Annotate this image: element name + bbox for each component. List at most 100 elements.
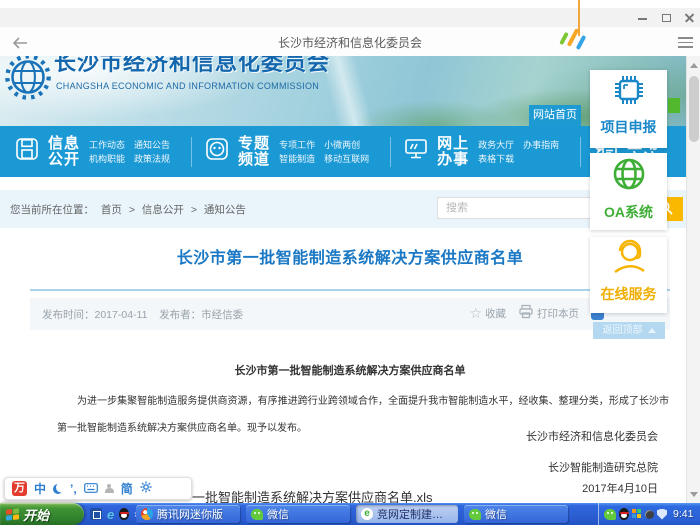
nav-item-topics[interactable]: 专题频道 专项工作小微两创 智能制造移动互联网 [204, 134, 378, 170]
taskbar-task-tencent-mini[interactable]: 腾讯网迷你版 [136, 505, 240, 523]
nav-link[interactable]: 专项工作 [279, 140, 315, 150]
monitor-icon [403, 136, 429, 167]
taskbar-task-wechat-1[interactable]: 微信 [246, 505, 350, 523]
desktop: 长沙市经济和信息化委员会 长沙市经济和信息化委员会 CHANGSHA ECONO… [0, 0, 700, 525]
printer-icon[interactable] [518, 304, 534, 322]
nav-link[interactable]: 政务大厅 [478, 140, 514, 150]
panel-label: 在线服务 [590, 284, 667, 304]
taskbar: 开始 e » 腾讯网迷你版 微信 e 竞网定制建站管理... 微信 [0, 503, 700, 525]
qq-icon[interactable] [119, 508, 129, 520]
nav-item-info[interactable]: 信息公开 工作动态通知公告 机构职能政策法规 [14, 134, 179, 170]
ime-punctuation-icon[interactable]: ’, [70, 483, 77, 495]
tray-utility-icon[interactable] [645, 510, 654, 519]
nav-link[interactable]: 移动互联网 [324, 154, 369, 164]
title-underline [30, 289, 670, 291]
socket-icon [204, 136, 230, 167]
favorite-button[interactable]: 收藏 [485, 306, 506, 321]
signature-org2: 长沙智能制造研究总院 [548, 459, 658, 475]
panel-label: 项目申报 [590, 117, 667, 137]
favorite-star-icon[interactable]: ☆ [469, 305, 482, 322]
up-triangle-icon [648, 328, 656, 333]
signature-org1: 长沙市经济和信息化委员会 [526, 428, 658, 444]
nav-label: 信息公开 [48, 136, 80, 168]
nav-link[interactable]: 小微两创 [324, 140, 360, 150]
panel-online-service[interactable]: 在线服务 [590, 237, 667, 313]
tray-security-shield-icon[interactable] [657, 509, 667, 520]
ime-fullwidth-moon-icon[interactable] [53, 484, 63, 494]
breadcrumb-separator: > [129, 204, 135, 216]
system-tray: 9:41 [598, 503, 700, 525]
scroll-up-arrow[interactable] [687, 58, 700, 72]
ime-simplified-toggle[interactable]: 简 [121, 483, 133, 495]
article-body-title: 长沙市第一批智能制造系统解决方案供应商名单 [0, 362, 700, 378]
taskbar-task-site-builder[interactable]: e 竞网定制建站管理... [356, 505, 458, 523]
nav-sublinks: 政务大厅办事指南 表格下载 [478, 138, 568, 166]
nav-item-online-services[interactable]: 网上办事 政务大厅办事指南 表格下载 [403, 134, 568, 170]
scrollbar-thumb[interactable] [689, 76, 699, 142]
nav-divider [390, 137, 391, 167]
breadcrumb-label: 您当前所在位置： [10, 204, 94, 216]
nav-link[interactable]: 办事指南 [523, 140, 559, 150]
back-to-top-label: 返回顶部 [603, 325, 643, 336]
breadcrumb-home-link[interactable]: 首页 [101, 204, 122, 216]
minimize-button[interactable] [632, 8, 654, 27]
disk-icon [14, 136, 40, 167]
browser-e-icon: e [361, 508, 373, 520]
globe-icon [608, 182, 650, 199]
tray-wechat-icon[interactable] [604, 509, 616, 520]
nav-link[interactable]: 智能制造 [279, 154, 315, 164]
nav-divider [580, 137, 581, 167]
quick-launch: e » [90, 503, 140, 525]
ime-brand-icon[interactable]: 万 [12, 481, 27, 496]
start-button[interactable]: 开始 [0, 503, 84, 525]
windows-flag-icon [6, 508, 19, 520]
banner-green-accent [668, 98, 680, 113]
headset-icon [608, 264, 650, 281]
window-top-strip [0, 0, 700, 8]
nav-link[interactable]: 政策法规 [134, 154, 170, 164]
image-viewer-icon[interactable] [90, 508, 102, 520]
restore-button[interactable] [656, 8, 678, 27]
nav-sublinks: 专项工作小微两创 智能制造移动互联网 [279, 138, 378, 166]
nav-link[interactable]: 工作动态 [89, 140, 125, 150]
commission-logo-icon [2, 56, 54, 113]
panel-oa-system[interactable]: OA系统 [590, 153, 667, 230]
breadcrumb: 您当前所在位置： 首页 > 信息公开 > 通知公告 [8, 202, 248, 217]
nav-label: 专题频道 [238, 136, 270, 168]
scroll-down-arrow[interactable] [687, 487, 700, 501]
site-name: 长沙市经济和信息化委员会 [54, 56, 330, 77]
chip-icon [609, 97, 649, 114]
signature-date: 2017年4月10日 [582, 480, 658, 496]
site-name-english: CHANGSHA ECONOMIC AND INFORMATION COMMIS… [56, 81, 319, 91]
nav-link[interactable]: 通知公告 [134, 140, 170, 150]
page-scrollbar[interactable] [686, 56, 700, 503]
breadcrumb-level1-link[interactable]: 信息公开 [142, 204, 184, 216]
ime-toolbar: 万 中 ’, 简 [4, 477, 192, 500]
wechat-icon [469, 509, 481, 520]
tray-colorgrid-icon[interactable] [632, 509, 642, 519]
taskbar-task-wechat-2[interactable]: 微信 [464, 505, 568, 523]
back-to-top-button[interactable]: 返回顶部 [593, 322, 665, 339]
breadcrumb-level2-link[interactable]: 通知公告 [204, 204, 246, 216]
nav-link[interactable]: 机构职能 [89, 154, 125, 164]
browser-toolbar: 长沙市经济和信息化委员会 [0, 27, 700, 57]
window-titlebar [0, 8, 700, 28]
breadcrumb-separator: > [191, 204, 197, 216]
start-label: 开始 [23, 505, 49, 524]
ime-settings-gear-icon[interactable] [140, 480, 152, 498]
nav-sublinks: 工作动态通知公告 机构职能政策法规 [89, 138, 179, 166]
ime-keyboard-icon[interactable] [84, 480, 98, 498]
panel-project-declare[interactable]: 项目申报 [590, 70, 667, 148]
print-button[interactable]: 打印本页 [537, 306, 579, 321]
page-title: 长沙市经济和信息化委员会 [0, 34, 700, 51]
ime-chinese-mode[interactable]: 中 [34, 483, 46, 495]
ime-user-icon[interactable] [105, 484, 114, 494]
internet-explorer-icon[interactable]: e [107, 508, 114, 521]
home-page-button[interactable]: 网站首页 [529, 105, 581, 126]
tencent-news-icon [141, 508, 153, 520]
article-meta-bar: 发布时间：2017-04-11 发布者：市经信委 ☆ 收藏 打印本页 [30, 298, 670, 330]
tray-qq-icon[interactable] [619, 508, 629, 520]
menu-icon[interactable] [678, 37, 693, 48]
close-button[interactable] [679, 8, 700, 27]
nav-link[interactable]: 表格下载 [478, 154, 514, 164]
